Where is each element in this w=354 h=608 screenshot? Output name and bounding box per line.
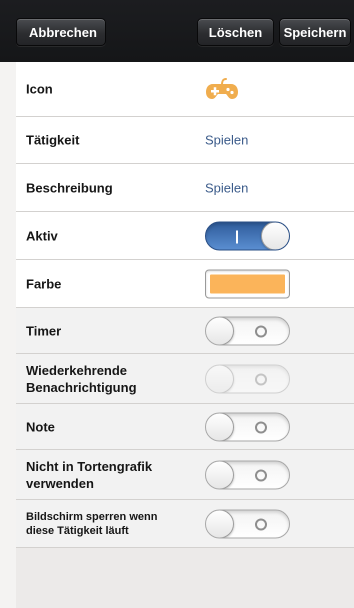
row-icon[interactable]: Icon bbox=[16, 62, 354, 117]
toggle-off-mark bbox=[255, 469, 267, 481]
active-label: Aktiv bbox=[26, 228, 58, 243]
row-lock-screen: Bildschirm sperren wenn diese Tätigkeit … bbox=[16, 500, 354, 548]
toggle-off-mark bbox=[255, 518, 267, 530]
left-margin bbox=[0, 62, 16, 608]
toggle-off-mark bbox=[255, 325, 267, 337]
toggle-knob bbox=[206, 317, 234, 344]
toggle-knob bbox=[206, 510, 234, 537]
cancel-button[interactable]: Abbrechen bbox=[16, 18, 106, 46]
color-label: Farbe bbox=[26, 276, 62, 291]
active-toggle[interactable] bbox=[205, 221, 290, 250]
activity-edit-panel: Icon Tätigkeit Spielen Beschreibung Spie… bbox=[16, 62, 354, 608]
recurring-label-line2: Benachrichtigung bbox=[26, 379, 137, 395]
note-label: Note bbox=[26, 419, 55, 434]
row-color: Farbe bbox=[16, 260, 354, 308]
pie-chart-label: Nicht in Tortengrafik verwenden bbox=[26, 458, 152, 492]
color-swatch[interactable] bbox=[205, 269, 290, 298]
description-label: Beschreibung bbox=[26, 180, 113, 195]
row-description[interactable]: Beschreibung Spielen bbox=[16, 164, 354, 212]
toggle-on-mark bbox=[236, 230, 238, 243]
row-activity[interactable]: Tätigkeit Spielen bbox=[16, 117, 354, 164]
row-active: Aktiv bbox=[16, 212, 354, 260]
pie-chart-label-line2: verwenden bbox=[26, 475, 94, 491]
delete-button[interactable]: Löschen bbox=[197, 18, 274, 46]
pie-chart-toggle[interactable] bbox=[205, 460, 290, 489]
toolbar: Abbrechen Löschen Speichern bbox=[0, 0, 354, 62]
toggle-knob bbox=[206, 413, 234, 440]
row-timer: Timer bbox=[16, 308, 354, 354]
row-recurring-notification: Wiederkehrende Benachrichtigung bbox=[16, 354, 354, 404]
activity-value[interactable]: Spielen bbox=[205, 133, 248, 148]
toggle-knob bbox=[206, 365, 234, 392]
lock-screen-label: Bildschirm sperren wenn diese Tätigkeit … bbox=[26, 510, 157, 538]
settings-list: Icon Tätigkeit Spielen Beschreibung Spie… bbox=[16, 62, 354, 548]
toggle-knob bbox=[206, 461, 234, 488]
color-swatch-fill bbox=[210, 274, 285, 293]
save-button[interactable]: Speichern bbox=[279, 18, 351, 46]
icon-row-label: Icon bbox=[26, 81, 53, 97]
cancel-button-label: Abbrechen bbox=[29, 25, 97, 40]
pie-chart-label-line1: Nicht in Tortengrafik bbox=[26, 458, 153, 474]
recurring-toggle[interactable] bbox=[205, 364, 290, 393]
activity-label: Tätigkeit bbox=[26, 132, 80, 148]
description-value[interactable]: Spielen bbox=[205, 180, 248, 195]
lock-screen-label-line1: Bildschirm sperren wenn bbox=[26, 510, 158, 523]
note-toggle[interactable] bbox=[205, 412, 290, 441]
gamepad-icon[interactable] bbox=[205, 78, 239, 100]
lock-screen-label-line2: diese Tätigkeit läuft bbox=[26, 524, 129, 537]
timer-toggle[interactable] bbox=[205, 316, 290, 345]
row-exclude-pie-chart: Nicht in Tortengrafik verwenden bbox=[16, 450, 354, 500]
toggle-knob bbox=[261, 222, 289, 249]
toggle-off-mark bbox=[255, 421, 267, 433]
recurring-label-line1: Wiederkehrende bbox=[26, 362, 128, 378]
lock-screen-toggle[interactable] bbox=[205, 509, 290, 538]
recurring-label: Wiederkehrende Benachrichtigung bbox=[26, 362, 137, 396]
toggle-off-mark bbox=[255, 373, 267, 385]
timer-label: Timer bbox=[26, 323, 62, 338]
row-note: Note bbox=[16, 404, 354, 450]
